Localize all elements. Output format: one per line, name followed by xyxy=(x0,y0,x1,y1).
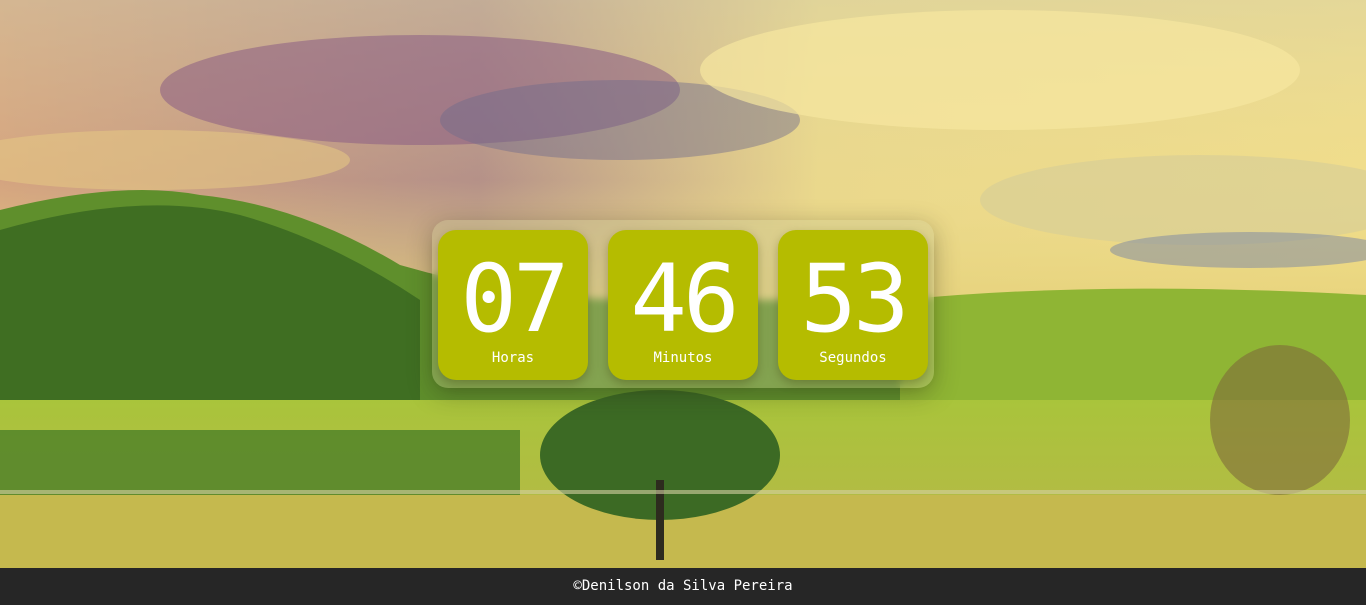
seconds-tile: 53 Segundos xyxy=(778,230,928,380)
footer: ©Denilson da Silva Pereira xyxy=(0,568,1366,605)
minutes-label: Minutos xyxy=(653,350,713,366)
seconds-label: Segundos xyxy=(819,350,887,366)
footer-credit: ©Denilson da Silva Pereira xyxy=(573,578,793,594)
seconds-value: 53 xyxy=(800,245,909,354)
minutes-value: 46 xyxy=(630,245,739,354)
hours-value: 07 xyxy=(460,245,569,354)
minutes-tile: 46 Minutos xyxy=(608,230,758,380)
clock-panel: 07 Horas 46 Minutos 53 Segundos xyxy=(432,220,934,388)
hours-label: Horas xyxy=(491,350,535,366)
hours-tile: 07 Horas xyxy=(438,230,588,380)
